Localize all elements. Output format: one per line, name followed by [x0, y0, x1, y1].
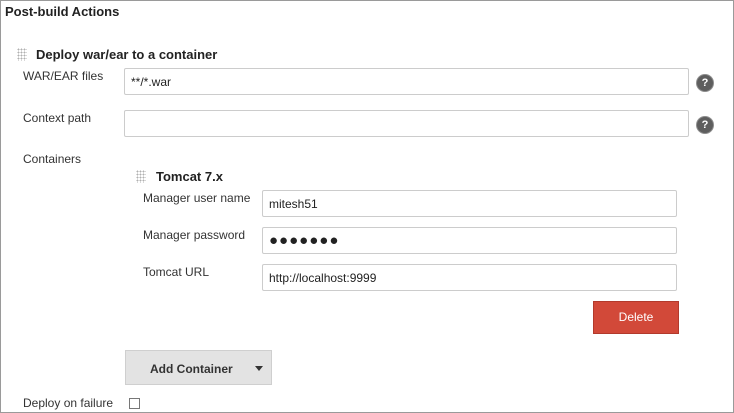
- drag-handle-icon[interactable]: [136, 170, 146, 183]
- war-files-label: WAR/EAR files: [23, 69, 104, 83]
- manager-password-label: Manager password: [143, 228, 246, 242]
- deploy-on-failure-checkbox[interactable]: [129, 398, 140, 409]
- post-build-actions-panel: Post-build Actions Deploy war/ear to a c…: [0, 0, 734, 413]
- tomcat-block-title: Tomcat 7.x: [156, 169, 223, 184]
- section-title: Post-build Actions: [5, 4, 120, 19]
- deploy-block-title: Deploy war/ear to a container: [36, 47, 218, 62]
- context-path-label: Context path: [23, 111, 92, 125]
- add-container-label: Add Container: [150, 362, 233, 376]
- context-path-input[interactable]: [124, 110, 689, 137]
- tomcat-url-label: Tomcat URL: [143, 265, 210, 279]
- tomcat-url-input[interactable]: [262, 264, 677, 291]
- war-files-input[interactable]: [124, 68, 689, 95]
- add-container-button[interactable]: Add Container: [125, 350, 272, 385]
- containers-label: Containers: [23, 152, 82, 166]
- manager-user-label: Manager user name: [143, 191, 251, 205]
- manager-user-input[interactable]: [262, 190, 677, 217]
- chevron-down-icon: [255, 366, 263, 371]
- manager-password-input[interactable]: [262, 227, 677, 254]
- drag-handle-icon[interactable]: [17, 48, 27, 61]
- deploy-on-failure-label: Deploy on failure: [23, 396, 114, 410]
- delete-button[interactable]: Delete: [593, 301, 679, 334]
- help-icon[interactable]: ?: [697, 117, 713, 133]
- help-icon[interactable]: ?: [697, 75, 713, 91]
